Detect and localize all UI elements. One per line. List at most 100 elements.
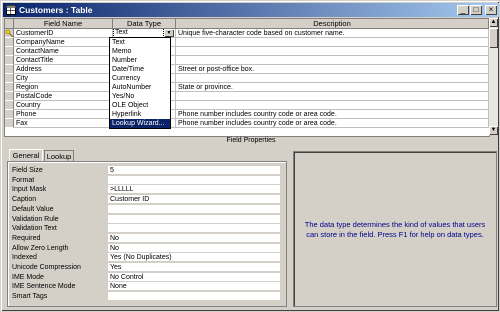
- field-name-cell[interactable]: City: [14, 74, 113, 83]
- field-name-cell[interactable]: ContactTitle: [14, 56, 113, 65]
- table-row[interactable]: Fax Phone number includes country code or…: [5, 119, 489, 128]
- property-value-input[interactable]: Customer ID: [108, 195, 280, 205]
- property-label: IME Mode: [12, 273, 44, 281]
- row-selector[interactable]: [5, 83, 14, 92]
- maximize-button[interactable]: □: [470, 5, 482, 15]
- row-selector[interactable]: [5, 110, 14, 119]
- row-selector[interactable]: [5, 56, 14, 65]
- table-row[interactable]: Country: [5, 101, 489, 110]
- dropdown-button[interactable]: ▼: [164, 29, 174, 37]
- data-type-dropdown-list[interactable]: Text Memo Number Date/Time Currency AutoNumbe…: [109, 37, 171, 129]
- description-cell[interactable]: Phone number includes country code or ar…: [176, 110, 489, 119]
- property-value-input[interactable]: Yes: [108, 263, 280, 272]
- table-row[interactable]: Region State or province.: [5, 83, 489, 92]
- description-cell[interactable]: [176, 92, 489, 101]
- dropdown-option[interactable]: Lookup Wizard...: [110, 119, 170, 128]
- close-icon: ×: [488, 5, 494, 14]
- title-bar[interactable]: Customers : Table _ □ ×: [3, 3, 499, 17]
- help-panel: The data type determines the kind of val…: [293, 151, 497, 307]
- property-value-input[interactable]: No: [108, 243, 280, 253]
- scroll-up-button[interactable]: ▲: [489, 18, 498, 27]
- property-row: Field Size 5: [12, 166, 280, 175]
- description-cell[interactable]: [176, 38, 489, 47]
- row-selector[interactable]: [5, 65, 14, 74]
- table-row[interactable]: City: [5, 74, 489, 83]
- field-name-cell[interactable]: Region: [14, 83, 113, 92]
- property-value-input[interactable]: [108, 214, 280, 224]
- row-selector[interactable]: [5, 38, 14, 47]
- property-value-input[interactable]: [108, 292, 280, 302]
- property-value-input[interactable]: [108, 175, 280, 185]
- row-selector[interactable]: [5, 74, 14, 83]
- dropdown-option[interactable]: Number: [110, 56, 170, 65]
- field-properties-title: Field Properties: [226, 137, 276, 144]
- field-name-cell[interactable]: CustomerID: [14, 29, 113, 38]
- row-selector[interactable]: [5, 92, 14, 101]
- arrow-down-icon: ▼: [490, 127, 497, 133]
- dropdown-option[interactable]: Yes/No: [110, 92, 170, 101]
- property-value-input[interactable]: 5: [108, 166, 280, 175]
- row-selector[interactable]: [5, 29, 14, 38]
- row-selector[interactable]: [5, 101, 14, 110]
- property-row: Caption Customer ID: [12, 195, 280, 205]
- table-icon: [6, 5, 16, 15]
- grid-vertical-scrollbar[interactable]: ▲ ▼: [489, 18, 498, 135]
- property-row: IME Sentence Mode None: [12, 282, 280, 292]
- field-name-cell[interactable]: PostalCode: [14, 92, 113, 101]
- field-name-cell[interactable]: ContactName: [14, 47, 113, 56]
- scroll-down-button[interactable]: ▼: [489, 126, 498, 135]
- close-button[interactable]: ×: [485, 5, 497, 15]
- chevron-down-icon: ▼: [166, 30, 172, 36]
- field-name-cell[interactable]: Address: [14, 65, 113, 74]
- description-cell[interactable]: Unique five-character code based on cust…: [176, 29, 489, 38]
- dropdown-option[interactable]: Hyperlink: [110, 110, 170, 119]
- property-value-input[interactable]: [108, 224, 280, 234]
- table-row[interactable]: ContactName: [5, 47, 489, 56]
- dropdown-option[interactable]: Text: [110, 38, 170, 47]
- data-type-value[interactable]: Text: [113, 29, 164, 37]
- header-data-type: Data Type: [113, 19, 176, 29]
- field-name-cell[interactable]: Fax: [14, 119, 113, 128]
- field-name-cell[interactable]: CompanyName: [14, 38, 113, 47]
- table-row[interactable]: ContactTitle: [5, 56, 489, 65]
- dropdown-option[interactable]: OLE Object: [110, 101, 170, 110]
- description-cell[interactable]: [176, 101, 489, 110]
- property-value-input[interactable]: Yes (No Duplicates): [108, 253, 280, 263]
- property-row: Validation Text: [12, 224, 280, 234]
- property-label: Field Size: [12, 167, 43, 174]
- property-value-input[interactable]: No: [108, 233, 280, 243]
- description-cell[interactable]: [176, 74, 489, 83]
- row-selector[interactable]: [5, 47, 14, 56]
- corner-header: [5, 19, 14, 29]
- property-label: Default Value: [12, 205, 54, 213]
- dropdown-option[interactable]: Currency: [110, 74, 170, 83]
- property-label: Caption: [12, 196, 37, 204]
- property-value-input[interactable]: [108, 204, 280, 214]
- table-row[interactable]: Phone Phone number includes country code …: [5, 110, 489, 119]
- row-selector[interactable]: [5, 119, 14, 128]
- property-value-input[interactable]: >LLLLL: [108, 185, 280, 195]
- description-cell[interactable]: [176, 56, 489, 65]
- table-row[interactable]: CustomerID Text ▼ Unique five-character cod…: [5, 29, 489, 38]
- description-cell[interactable]: [176, 47, 489, 56]
- dropdown-option[interactable]: AutoNumber: [110, 83, 170, 92]
- minimize-button[interactable]: _: [457, 5, 469, 15]
- property-label: IME Sentence Mode: [12, 283, 76, 291]
- scroll-thumb[interactable]: [489, 28, 498, 48]
- property-value-input[interactable]: None: [108, 282, 280, 292]
- description-cell[interactable]: Phone number includes country code or ar…: [176, 119, 489, 128]
- property-row: Format: [12, 175, 280, 185]
- table-row[interactable]: PostalCode: [5, 92, 489, 101]
- table-row[interactable]: CompanyName: [5, 38, 489, 47]
- property-value-input[interactable]: No Control: [108, 272, 280, 282]
- property-label: Required: [12, 234, 41, 242]
- description-cell[interactable]: State or province.: [176, 83, 489, 92]
- dropdown-option[interactable]: Memo: [110, 47, 170, 56]
- description-cell[interactable]: Street or post-office box.: [176, 65, 489, 74]
- table-row[interactable]: Address Street or post-office box.: [5, 65, 489, 74]
- field-grid: Field Name Data Type Description Custome…: [4, 18, 490, 137]
- header-description: Description: [176, 19, 489, 29]
- field-name-cell[interactable]: Country: [14, 101, 113, 110]
- field-name-cell[interactable]: Phone: [14, 110, 113, 119]
- dropdown-option[interactable]: Date/Time: [110, 65, 170, 74]
